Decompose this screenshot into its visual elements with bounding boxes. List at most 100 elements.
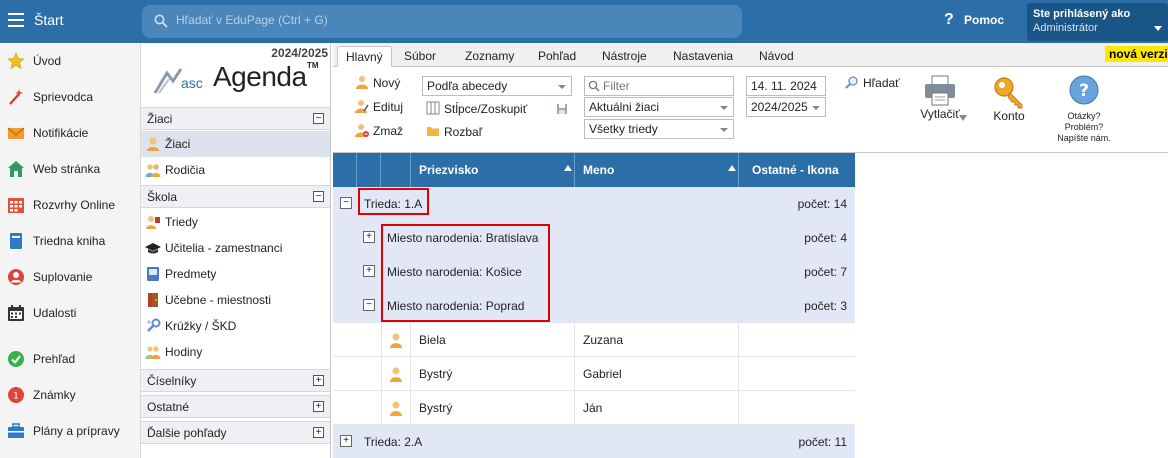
filter-input[interactable]: [584, 76, 734, 96]
group-row-class-1a[interactable]: − Trieda: 1.A počet: 14: [333, 187, 855, 221]
account-button[interactable]: Konto: [987, 75, 1031, 123]
tab-nastavenia[interactable]: Nastavenia: [665, 46, 741, 67]
help-contact-button[interactable]: ?: [1053, 75, 1115, 105]
door-icon: [148, 293, 158, 307]
sidebar-item-hodiny[interactable]: Hodiny: [141, 339, 330, 365]
sidebar-item-label: Predmety: [165, 267, 217, 281]
expand-toggle[interactable]: +: [313, 401, 324, 412]
menu-icon[interactable]: [8, 13, 24, 27]
table-row[interactable]: Bystrý Ján: [333, 391, 855, 425]
sidebar-item-rodicia[interactable]: Rodičia: [141, 157, 330, 183]
sidebar-item-triedy[interactable]: Triedy: [141, 209, 330, 235]
help-link[interactable]: Pomoc: [964, 13, 1004, 27]
edit-label: Edituj: [373, 100, 404, 114]
column-icon: [381, 153, 411, 187]
school-year-select[interactable]: 2024/2025: [746, 97, 826, 117]
wand-icon: [9, 89, 23, 105]
calendar-icon: [8, 305, 24, 321]
expand-toggle[interactable]: +: [363, 231, 375, 243]
group-row-kosice[interactable]: + Miesto narodenia: Košice počet: 7: [333, 255, 855, 289]
user-menu[interactable]: Ste prihlásený ako Administrátor: [1027, 3, 1168, 41]
group-row-class-2a[interactable]: + Trieda: 2.A počet: 11: [333, 425, 855, 458]
classes-select[interactable]: Všetky triedy: [584, 119, 734, 139]
section-dalsie-pohlady[interactable]: Ďalšie pohľady +: [141, 421, 330, 444]
column-header-label: Meno: [583, 163, 615, 177]
tab-subor[interactable]: Súbor: [396, 46, 444, 67]
group-row-poprad[interactable]: − Miesto narodenia: Poprad počet: 3: [333, 289, 855, 323]
sidebar-item-label: Učebne - miestnosti: [165, 293, 272, 307]
wrench-icon: [147, 318, 161, 332]
sidebar-item-ucebne[interactable]: Učebne - miestnosti: [141, 287, 330, 313]
classes-select-value: Všetky triedy: [589, 122, 658, 136]
save-icon[interactable]: [556, 103, 568, 115]
nav-item-uvod[interactable]: Úvod: [0, 46, 141, 76]
search-button[interactable]: Hľadať: [845, 75, 900, 90]
columns-group-button[interactable]: Stĺpce/Zoskupiť: [426, 101, 527, 116]
sort-select[interactable]: Podľa abecedy: [422, 76, 572, 96]
tab-hlavny[interactable]: Hlavný: [337, 46, 392, 67]
section-ciselniky[interactable]: Číselníky +: [141, 369, 330, 392]
logo-tm-text: TM: [307, 61, 319, 70]
help-icon[interactable]: ?: [944, 11, 954, 29]
expand-toggle[interactable]: +: [340, 435, 352, 447]
main-nav: Úvod Sprievodca Notifikácie Web stránka …: [0, 43, 141, 458]
nav-item-suplovanie[interactable]: Suplovanie: [0, 262, 141, 292]
expand-toggle[interactable]: +: [313, 375, 324, 386]
expand-toggle[interactable]: +: [363, 265, 375, 277]
nav-item-sprievodca[interactable]: Sprievodca: [0, 82, 141, 112]
nav-item-web-stranka[interactable]: Web stránka: [0, 154, 141, 184]
section-skola[interactable]: Škola −: [141, 185, 330, 208]
tab-pohlad[interactable]: Pohľad: [530, 46, 584, 67]
collapse-toggle[interactable]: −: [313, 191, 324, 202]
add-person-icon: [356, 76, 368, 89]
search-box[interactable]: [142, 5, 742, 38]
nav-item-notifikacie[interactable]: Notifikácie: [0, 118, 141, 148]
students-select[interactable]: Aktuálni žiaci: [584, 97, 734, 117]
section-ziaci[interactable]: Žiaci −: [141, 107, 330, 130]
expand-button[interactable]: Rozbaľ: [426, 124, 482, 139]
delete-button[interactable]: Zmaž: [355, 123, 403, 138]
nav-item-rozvrhy-online[interactable]: Rozvrhy Online: [0, 190, 141, 220]
ribbon-panel: Nový Edituj Zmaž Podľa abecedy Stĺpce/Zo…: [333, 67, 1168, 153]
edit-button[interactable]: Edituj: [355, 99, 403, 114]
group-row-bratislava[interactable]: + Miesto narodenia: Bratislava počet: 4: [333, 221, 855, 255]
grid-header: Priezvisko Meno Ostatné - Ikona: [333, 153, 855, 187]
search-input[interactable]: [176, 13, 716, 27]
group-count: počet: 14: [797, 197, 847, 211]
start-label[interactable]: Štart: [34, 12, 64, 28]
column-header-surname[interactable]: Priezvisko: [411, 153, 575, 187]
column-header-other[interactable]: Ostatné - Ikona: [739, 153, 855, 187]
nav-item-znamky[interactable]: 1 Známky: [0, 380, 141, 410]
grade-icon: 1: [8, 387, 24, 403]
table-row[interactable]: Biela Zuzana: [333, 323, 855, 357]
section-label: Ostatné: [147, 400, 190, 414]
name-cell: Ján: [575, 391, 739, 425]
collapse-toggle[interactable]: −: [340, 197, 352, 209]
svg-text:1: 1: [13, 392, 19, 402]
sidebar-item-ucitelia[interactable]: Učitelia - zamestnanci: [141, 235, 330, 261]
collapse-toggle[interactable]: −: [363, 299, 375, 311]
help-contact-text[interactable]: Otázky? Problém? Napíšte nám.: [1053, 111, 1115, 144]
new-button[interactable]: Nový: [355, 75, 400, 90]
sidebar-item-kruzky[interactable]: Krúžky / ŠKD: [141, 313, 330, 339]
tab-nastroje[interactable]: Nástroje: [594, 46, 655, 67]
print-options-icon[interactable]: [959, 115, 967, 121]
date-field[interactable]: 14. 11. 2024: [746, 76, 826, 96]
tab-navod[interactable]: Návod: [751, 46, 802, 67]
tab-zoznamy[interactable]: Zoznamy: [457, 46, 522, 67]
expand-toggle[interactable]: +: [313, 427, 324, 438]
sidebar-item-ziaci[interactable]: Žiaci: [141, 131, 330, 157]
agenda-sidebar: 2024/2025 asc Agenda TM Žiaci − Žiaci Ro…: [141, 43, 331, 458]
nav-item-udalosti[interactable]: Udalosti: [0, 298, 141, 328]
sidebar-item-predmety[interactable]: Predmety: [141, 261, 330, 287]
column-header-name[interactable]: Meno: [575, 153, 739, 187]
nav-item-triedna-kniha[interactable]: Triedna kniha: [0, 226, 141, 256]
class-icon: [146, 216, 160, 229]
table-row[interactable]: Bystrý Gabriel: [333, 357, 855, 391]
nav-item-label: Web stránka: [33, 162, 101, 176]
section-ostatne[interactable]: Ostatné +: [141, 395, 330, 418]
nav-item-plany-a-pripravy[interactable]: Plány a prípravy: [0, 416, 141, 446]
collapse-toggle[interactable]: −: [313, 113, 324, 124]
nav-item-prehlad[interactable]: Prehľad: [0, 344, 141, 374]
new-version-badge[interactable]: nová verzia: [1105, 46, 1168, 62]
